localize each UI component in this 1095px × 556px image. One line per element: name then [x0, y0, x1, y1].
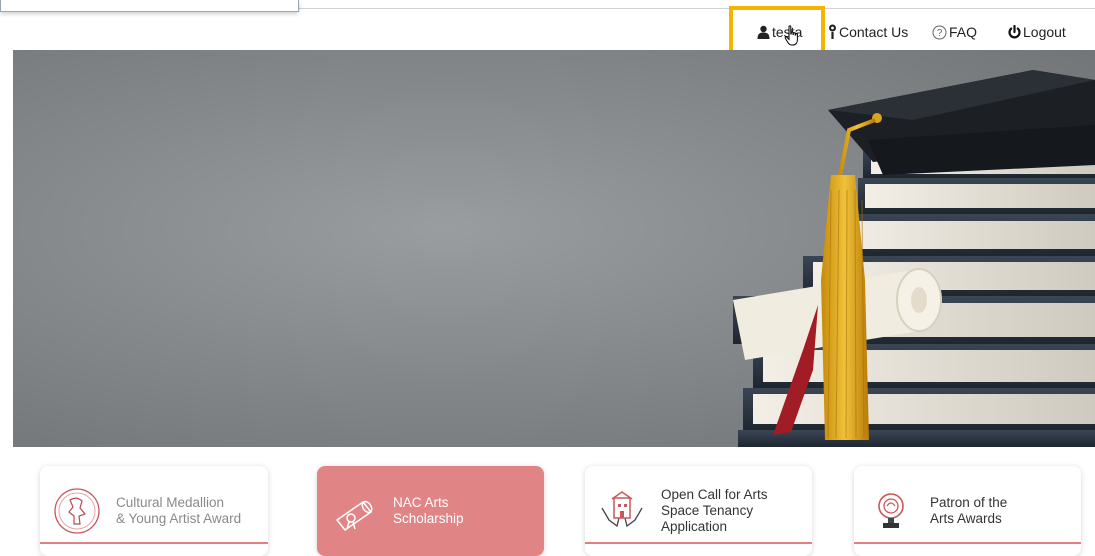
card-label-line: Arts Awards — [930, 511, 1002, 526]
hero-banner — [13, 50, 1095, 447]
contact-us-label: Contact Us — [839, 24, 909, 40]
contact-person-icon — [828, 24, 837, 40]
logout-label: Logout — [1023, 24, 1066, 40]
dropdown-panel-edge — [0, 0, 299, 12]
medallion-icon — [52, 486, 102, 536]
contact-us-link[interactable]: Contact Us — [828, 20, 908, 44]
card-label-line: Application — [661, 519, 728, 534]
card-label-line: Cultural Medallion — [116, 495, 225, 510]
card-label-line: Scholarship — [393, 511, 464, 526]
faq-label: FAQ — [949, 24, 978, 40]
power-icon — [1008, 25, 1021, 39]
question-circle-icon: ? — [932, 25, 947, 40]
card-patron-of-arts[interactable]: Patron of the Arts Awards — [854, 466, 1081, 556]
card-label-line: Patron of the — [930, 495, 1008, 510]
card-label: NAC Arts Scholarship — [393, 495, 464, 527]
user-icon — [757, 25, 770, 39]
card-label-line: Open Call for Arts — [661, 487, 768, 502]
scheme-cards: Cultural Medallion & Young Artist Award … — [0, 466, 1095, 556]
card-label-line: & Young Artist Award — [116, 511, 242, 526]
card-open-call-arts-space[interactable]: Open Call for Arts Space Tenancy Applica… — [585, 466, 812, 556]
hand-cursor-icon — [784, 25, 800, 52]
card-label: Cultural Medallion & Young Artist Award — [116, 495, 241, 527]
logout-link[interactable]: Logout — [1008, 20, 1066, 44]
card-cultural-medallion[interactable]: Cultural Medallion & Young Artist Award — [40, 466, 268, 556]
card-label: Patron of the Arts Awards — [930, 495, 1007, 527]
trophy-icon — [866, 486, 916, 536]
card-nac-arts-scholarship[interactable]: NAC Arts Scholarship — [317, 466, 544, 556]
card-label: Open Call for Arts Space Tenancy Applica… — [661, 487, 768, 535]
faq-link[interactable]: ? FAQ — [932, 20, 977, 44]
graduation-books-illustration — [733, 70, 1095, 447]
svg-text:?: ? — [937, 28, 943, 39]
card-label-line: NAC Arts — [393, 495, 449, 510]
diploma-scroll-icon — [329, 486, 379, 536]
card-label-line: Space Tenancy — [661, 503, 754, 518]
hands-building-icon — [597, 486, 647, 536]
